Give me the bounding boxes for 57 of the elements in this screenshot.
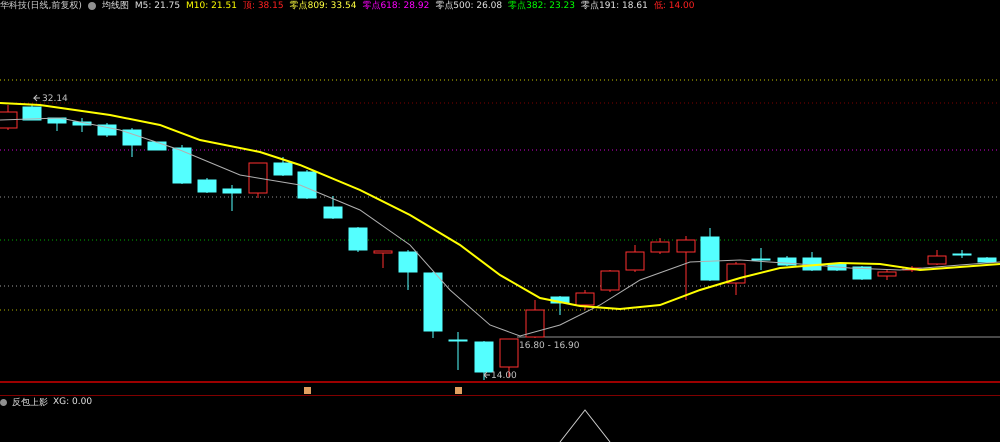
legend-item: 低: 14.00 [654, 0, 694, 12]
legend-item: M10: 21.51 [186, 0, 237, 12]
indicator-name: 反包上影 [12, 396, 48, 408]
candlestick [424, 272, 442, 338]
candlestick [802, 252, 822, 272]
candlestick [576, 290, 594, 310]
candlestick [398, 250, 418, 290]
candlestick [448, 332, 468, 370]
legend-item: M5: 21.75 [134, 0, 180, 12]
candlestick [222, 184, 242, 212]
candlestick [878, 270, 896, 280]
candlestick [700, 228, 720, 282]
candlestick [172, 144, 192, 184]
candlestick [928, 250, 946, 266]
price-label: 32.14 [32, 94, 68, 104]
candlestick [122, 128, 142, 158]
candlestick [526, 300, 544, 338]
candlestick [324, 196, 342, 220]
indicator-icon[interactable] [0, 398, 7, 406]
marker-icon [455, 387, 462, 394]
candlestick [298, 170, 316, 200]
indicator-name: 均线图 [102, 0, 129, 12]
candlestick [952, 250, 972, 258]
marker-icon [304, 387, 311, 394]
candlestick [600, 270, 620, 292]
candlestick [902, 266, 922, 272]
candlestick [676, 236, 696, 300]
candlestick [752, 248, 770, 270]
candlestick [348, 226, 368, 252]
indicator-icon[interactable] [88, 2, 96, 10]
candlestick [274, 156, 292, 176]
legend-item: 零点618: 28.92 [362, 0, 430, 12]
candlestick [852, 266, 872, 280]
candlestick [198, 178, 216, 194]
price-label: 14.00 [484, 371, 517, 381]
candlestick [148, 142, 166, 150]
legend-item: 零点500: 26.08 [435, 0, 502, 12]
candlestick [978, 256, 996, 264]
candlestick [626, 244, 644, 272]
candlestick [248, 162, 268, 198]
chart-title: 华科技(日线,前复权) [0, 0, 82, 12]
legend-item: 零点809: 33.54 [290, 0, 356, 12]
candlestick [72, 118, 92, 132]
legend-item: 零点191: 18.61 [580, 0, 648, 12]
triangle-signal [560, 409, 610, 442]
indicator-value: XG: 0.00 [53, 397, 92, 407]
legend-item: 零点382: 23.23 [508, 0, 575, 12]
legend-item: 顶: 38.15 [242, 0, 284, 12]
candlestick [22, 104, 42, 120]
candlestick [474, 340, 494, 380]
candlestick [48, 118, 66, 132]
candlestick [374, 250, 392, 268]
candlestick [650, 238, 670, 254]
candlestick [726, 262, 746, 296]
price-label: 16.80 - 16.90 [519, 341, 580, 351]
candlestick [98, 122, 116, 138]
candlestick [550, 296, 570, 316]
